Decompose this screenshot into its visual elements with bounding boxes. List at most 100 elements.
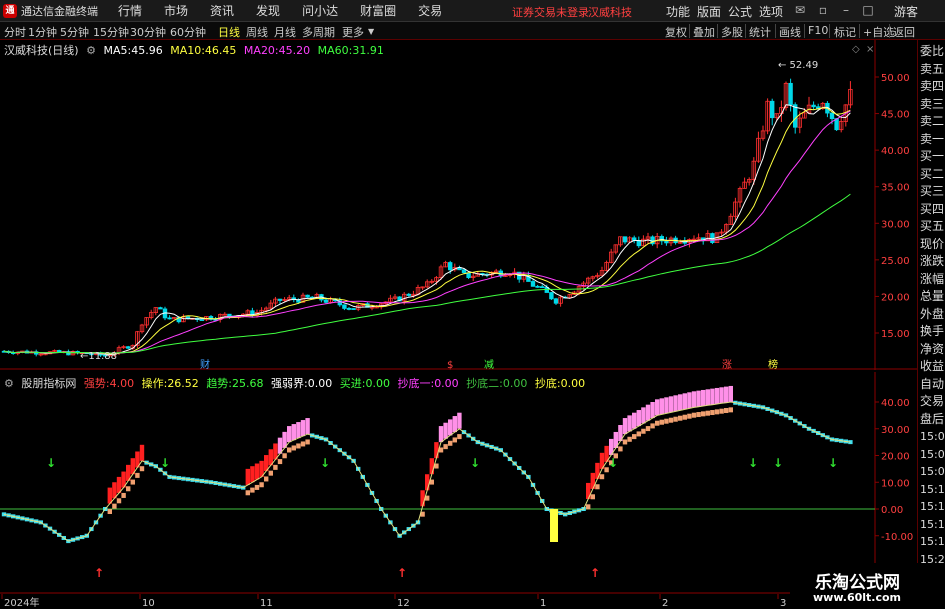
menu-quotes[interactable]: 行情	[118, 2, 142, 19]
operate-block	[273, 464, 278, 470]
ind-trend: 趋势:25.68	[206, 377, 264, 390]
operate-block	[245, 490, 250, 496]
operate-block	[443, 444, 448, 450]
buy-arrow-icon: ↑	[397, 566, 407, 580]
sell-arrow-icon: ↓	[160, 456, 170, 470]
quote-side-panel[interactable]: 委比 卖五 卖四 卖三 卖二 卖一 买一 买二 买三 买四 买五 现价 涨跌 涨幅 总量 外盘 换手 净资 收益 自动…	[917, 40, 945, 609]
period-more[interactable]: 更多	[342, 24, 364, 40]
event-mark: 涨	[722, 359, 732, 370]
strength-bar	[724, 386, 729, 403]
menu-market[interactable]: 市场	[164, 2, 188, 19]
menu-discover[interactable]: 发现	[256, 2, 280, 19]
settings-icon[interactable]: ⚙	[4, 377, 14, 390]
period-multi[interactable]: 多周期	[302, 24, 335, 40]
operate-block	[622, 439, 628, 445]
period-toolbar: 分时 1分钟 5分钟 15分钟 30分钟 60分钟 日线 周线 月线 多周期 更…	[0, 22, 945, 40]
side-item: 15:00	[920, 430, 945, 443]
tool-back[interactable]: 返回	[893, 24, 915, 40]
sell-arrow-icon: ↓	[320, 456, 330, 470]
y-tick-label: 30.00	[881, 219, 910, 230]
period-5min[interactable]: 5分钟	[60, 24, 89, 40]
mail-icon[interactable]: ✉	[792, 2, 808, 18]
y-tick-label: 30.00	[881, 425, 910, 436]
event-mark: 榜	[768, 358, 778, 370]
operate-block	[627, 436, 632, 442]
period-monthly[interactable]: 月线	[274, 24, 296, 40]
candlestick-chart[interactable]: 50.00 45.00 40.00 35.00 30.00 25.00 20.00 15.00…	[0, 40, 917, 370]
side-item: 15:15	[920, 517, 945, 531]
operate-block	[282, 453, 287, 459]
period-1min[interactable]: 1分钟	[28, 24, 57, 40]
operate-block	[701, 411, 706, 417]
tool-mark[interactable]: 标记	[834, 24, 856, 40]
tool-separator	[804, 24, 805, 38]
menu-ask[interactable]: 问小达	[302, 2, 338, 19]
operate-block	[728, 407, 733, 413]
candle-body	[530, 281, 536, 287]
settings-icon[interactable]: ⚙	[86, 44, 96, 57]
tool-separator	[689, 24, 690, 38]
strength-bar	[443, 422, 448, 439]
strength-bar	[139, 444, 145, 461]
menu-trade[interactable]: 交易	[418, 2, 442, 19]
side-item: 卖四	[920, 79, 945, 93]
y-tick-label: 20.00	[881, 292, 910, 303]
candle-body	[351, 308, 356, 310]
tool-overlay[interactable]: 叠加	[693, 24, 715, 40]
menu-news[interactable]: 资讯	[210, 2, 234, 19]
maximize-icon[interactable]: □	[860, 2, 876, 18]
strength-bar	[710, 388, 715, 405]
time-tick-label: 10	[142, 598, 155, 609]
period-weekly[interactable]: 周线	[246, 24, 268, 40]
side-item: 涨跌	[920, 254, 945, 268]
ma5-label: MA5:45.96	[103, 44, 163, 57]
strength-bar	[678, 394, 683, 411]
operate-block	[714, 409, 720, 415]
strength-bar	[300, 420, 306, 437]
restore-icon[interactable]: ▫	[815, 2, 831, 18]
operate-block	[130, 479, 135, 485]
strength-bar	[650, 402, 655, 419]
indicator-name: 股朋指标网	[21, 377, 77, 390]
operate-block	[250, 487, 255, 493]
tool-stats[interactable]: 统计	[749, 24, 771, 40]
operate-block	[650, 423, 655, 429]
trade-login-notice[interactable]: 证券交易未登录	[512, 4, 589, 20]
y-tick-label: 20.00	[881, 452, 910, 463]
minimize-icon[interactable]: –	[838, 2, 854, 18]
period-60min[interactable]: 60分钟	[170, 24, 206, 40]
tool-multi-stock[interactable]: 多股	[721, 24, 743, 40]
operate-block	[724, 408, 729, 414]
time-tick-label: 3	[780, 598, 786, 609]
candle-body	[305, 294, 310, 298]
period-daily[interactable]: 日线	[218, 24, 240, 40]
tool-draw[interactable]: 画线	[779, 24, 801, 40]
operate-block	[296, 443, 301, 449]
strength-bar	[701, 389, 706, 407]
period-intraday[interactable]: 分时	[4, 24, 26, 40]
menu-function[interactable]: 功能	[666, 3, 690, 20]
app-logo-icon: 通	[3, 3, 17, 18]
indicator-chart[interactable]: 40.00 30.00 20.00 10.00 0.00 -10.00 ↓ ↑ ↓ ↓ ↑ ↓ ↑ ↓ ↓ ↓…	[0, 372, 917, 594]
period-15min[interactable]: 15分钟	[93, 24, 129, 40]
operate-block	[277, 459, 283, 465]
tool-adjust[interactable]: 复权	[665, 24, 687, 40]
y-tick-label: 45.00	[881, 110, 910, 121]
user-label[interactable]: 游客	[894, 3, 918, 20]
menu-layout[interactable]: 版面	[697, 3, 721, 20]
chevron-down-icon[interactable]: ▼	[368, 27, 374, 36]
operate-block	[664, 418, 669, 424]
menu-options[interactable]: 选项	[759, 3, 783, 20]
operate-block	[448, 440, 453, 446]
candle-body	[323, 299, 329, 303]
y-tick-label: 35.00	[881, 183, 910, 194]
period-30min[interactable]: 30分钟	[130, 24, 166, 40]
side-item: 外盘	[920, 306, 945, 321]
ma10-label: MA10:46.45	[170, 44, 237, 57]
operate-block	[121, 492, 126, 498]
tool-f10[interactable]: F10	[808, 24, 828, 37]
menu-formula[interactable]: 公式	[728, 3, 752, 20]
operate-block	[457, 434, 462, 440]
menu-wealth[interactable]: 财富圈	[360, 2, 396, 19]
side-item: 买一	[920, 149, 945, 163]
